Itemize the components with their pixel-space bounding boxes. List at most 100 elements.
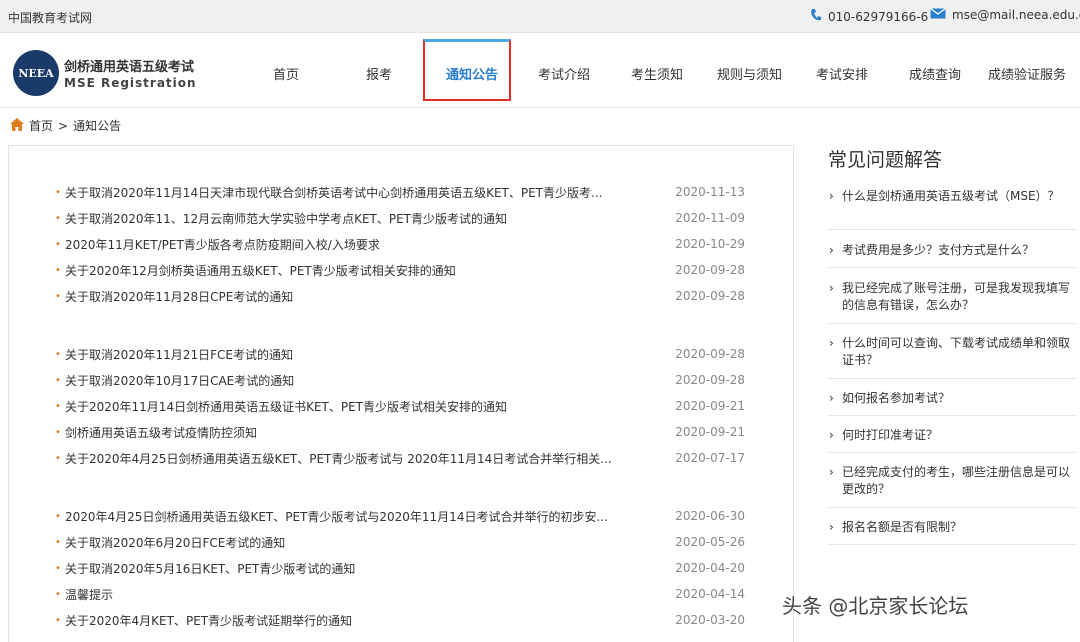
notice-row[interactable]: • 关于取消2020年11月14日天津市现代联合剑桥英语考试中心剑桥通用英语五级K… bbox=[55, 181, 745, 203]
notice-title[interactable]: 关于2020年4月KET、PET青少版考试延期举行的通知 bbox=[65, 612, 645, 629]
top-utility-bar: 中国教育考试网 010-62979166-6 mse@mail.neea.edu… bbox=[0, 0, 1080, 33]
breadcrumb-current: 通知公告 bbox=[73, 119, 122, 133]
bullet-icon: • bbox=[55, 264, 61, 276]
notice-date: 2020-09-28 bbox=[675, 373, 745, 387]
notice-title[interactable]: 关于取消2020年11月28日CPE考试的通知 bbox=[65, 288, 645, 305]
notice-title[interactable]: 2020年11月KET/PET青少版各考点防疫期间入校/入场要求 bbox=[65, 236, 645, 253]
notice-title[interactable]: 关于2020年4月25日剑桥通用英语五级KET、PET青少版考试与 2020年1… bbox=[65, 450, 645, 467]
notice-title[interactable]: 剑桥通用英语五级考试疫情防控须知 bbox=[65, 424, 645, 441]
notice-title[interactable]: 温馨提示 bbox=[65, 586, 645, 603]
notice-date: 2020-09-21 bbox=[675, 425, 745, 439]
notice-date: 2020-09-28 bbox=[675, 289, 745, 303]
chevron-right-icon: › bbox=[829, 243, 834, 257]
notice-title[interactable]: 关于取消2020年11月21日FCE考试的通知 bbox=[65, 346, 645, 363]
chevron-right-icon: › bbox=[829, 189, 834, 203]
nav-exam-intro[interactable]: 考试介绍 bbox=[538, 64, 590, 83]
bullet-icon: • bbox=[55, 186, 61, 198]
logo-text: NEEA bbox=[18, 66, 54, 80]
faq-item[interactable]: › 考试费用是多少？支付方式是什么？ bbox=[828, 242, 1076, 268]
home-icon[interactable] bbox=[10, 117, 24, 134]
breadcrumb-separator: > bbox=[58, 118, 69, 133]
nav-exam-schedule[interactable]: 考试安排 bbox=[816, 64, 868, 83]
notice-row[interactable]: • 关于取消2020年10月17日CAE考试的通知 2020-09-28 bbox=[55, 369, 745, 391]
breadcrumb-home[interactable]: 首页 bbox=[29, 117, 53, 134]
faq-item[interactable]: › 何时打印准考证？ bbox=[828, 427, 1076, 453]
faq-title: 常见问题解答 bbox=[828, 149, 943, 171]
notice-title[interactable]: 关于取消2020年10月17日CAE考试的通知 bbox=[65, 372, 645, 389]
notice-row[interactable]: • 温馨提示 2020-04-14 bbox=[55, 583, 745, 605]
bullet-icon: • bbox=[55, 426, 61, 438]
bullet-icon: • bbox=[55, 348, 61, 360]
notice-row[interactable]: • 剑桥通用英语五级考试疫情防控须知 2020-09-21 bbox=[55, 421, 745, 443]
notice-date: 2020-04-14 bbox=[675, 587, 745, 601]
notice-date: 2020-11-09 bbox=[675, 211, 745, 225]
notice-row[interactable]: • 关于取消2020年11、12月云南师范大学实验中学考点KET、PET青少版考试… bbox=[55, 207, 745, 229]
notice-row[interactable]: • 关于取消2020年11月28日CPE考试的通知 2020-09-28 bbox=[55, 285, 745, 307]
faq-question[interactable]: 如何报名参加考试？ bbox=[842, 391, 950, 405]
faq-question[interactable]: 我已经完成了账号注册，可是我发现我填写的信息有错误，怎么办？ bbox=[842, 281, 1070, 312]
chevron-right-icon: › bbox=[829, 428, 834, 442]
faq-question[interactable]: 考试费用是多少？支付方式是什么？ bbox=[842, 243, 1034, 257]
faq-item[interactable]: › 如何报名参加考试？ bbox=[828, 390, 1076, 416]
chevron-right-icon: › bbox=[829, 336, 834, 350]
faq-item[interactable]: › 什么是剑桥通用英语五级考试（MSE）？ bbox=[828, 188, 1076, 230]
phone-contact: 010-62979166-6 bbox=[810, 8, 928, 25]
notice-row[interactable]: • 关于取消2020年5月16日KET、PET青少版考试的通知 2020-04-20 bbox=[55, 557, 745, 579]
notice-date: 2020-11-13 bbox=[675, 185, 745, 199]
notice-title[interactable]: 关于取消2020年11月14日天津市现代联合剑桥英语考试中心剑桥通用英语五级KE… bbox=[65, 184, 645, 201]
nav-score-verification[interactable]: 成绩验证服务 bbox=[988, 64, 1066, 83]
nav-candidate-notice[interactable]: 考生须知 bbox=[631, 64, 683, 83]
notice-row[interactable]: • 关于2020年11月14日剑桥通用英语五级证书KET、PET青少版考试相关安排… bbox=[55, 395, 745, 417]
bullet-icon: • bbox=[55, 536, 61, 548]
notice-row[interactable]: • 关于2020年4月KET、PET青少版考试延期举行的通知 2020-03-20 bbox=[55, 609, 745, 631]
bullet-icon: • bbox=[55, 588, 61, 600]
notice-list-panel: • 关于取消2020年11月14日天津市现代联合剑桥英语考试中心剑桥通用英语五级K… bbox=[8, 145, 794, 642]
notice-row[interactable]: • 关于取消2020年11月21日FCE考试的通知 2020-09-28 bbox=[55, 343, 745, 365]
faq-item[interactable]: › 什么时间可以查询、下载考试成绩单和领取证书？ bbox=[828, 335, 1076, 379]
bullet-icon: • bbox=[55, 400, 61, 412]
bullet-icon: • bbox=[55, 238, 61, 250]
nav-register[interactable]: 报考 bbox=[366, 64, 392, 83]
notice-row[interactable]: • 2020年11月KET/PET青少版各考点防疫期间入校/入场要求 2020-10… bbox=[55, 233, 745, 255]
faq-question[interactable]: 何时打印准考证？ bbox=[842, 428, 938, 442]
faq-question[interactable]: 报名名额是否有限制？ bbox=[842, 520, 962, 534]
notice-title[interactable]: 关于2020年11月14日剑桥通用英语五级证书KET、PET青少版考试相关安排的… bbox=[65, 398, 645, 415]
notice-row[interactable]: • 关于取消2020年6月20日FCE考试的通知 2020-05-26 bbox=[55, 531, 745, 553]
phone-icon bbox=[810, 8, 822, 25]
bullet-icon: • bbox=[55, 290, 61, 302]
nav-home[interactable]: 首页 bbox=[273, 64, 299, 83]
faq-item[interactable]: › 已经完成支付的考生，哪些注册信息是可以更改的？ bbox=[828, 464, 1076, 508]
notice-title[interactable]: 关于取消2020年11、12月云南师范大学实验中学考点KET、PET青少版考试的… bbox=[65, 210, 645, 227]
notice-title[interactable]: 2020年4月25日剑桥通用英语五级KET、PET青少版考试与2020年11月1… bbox=[65, 508, 645, 525]
faq-question[interactable]: 已经完成支付的考生，哪些注册信息是可以更改的？ bbox=[842, 465, 1070, 496]
email-address[interactable]: mse@mail.neea.edu.cn bbox=[952, 8, 1080, 22]
notice-title[interactable]: 关于取消2020年5月16日KET、PET青少版考试的通知 bbox=[65, 560, 645, 577]
chevron-right-icon: › bbox=[829, 465, 834, 479]
site-name-link[interactable]: 中国教育考试网 bbox=[8, 9, 92, 26]
envelope-icon bbox=[930, 8, 946, 22]
faq-item[interactable]: › 报名名额是否有限制？ bbox=[828, 519, 1076, 545]
bullet-icon: • bbox=[55, 614, 61, 626]
notice-date: 2020-06-30 bbox=[675, 509, 745, 523]
nav-score-query[interactable]: 成绩查询 bbox=[909, 64, 961, 83]
faq-question[interactable]: 什么时间可以查询、下载考试成绩单和领取证书？ bbox=[842, 336, 1070, 367]
notice-row[interactable]: • 2020年4月25日剑桥通用英语五级KET、PET青少版考试与2020年11月… bbox=[55, 505, 745, 527]
nav-announcements[interactable]: 通知公告 bbox=[446, 64, 498, 83]
nav-rules[interactable]: 规则与须知 bbox=[717, 64, 782, 83]
bullet-icon: • bbox=[55, 510, 61, 522]
chevron-right-icon: › bbox=[829, 391, 834, 405]
brand-title-en: MSE Registration bbox=[64, 76, 197, 90]
phone-number: 010-62979166-6 bbox=[828, 9, 929, 24]
email-contact: mse@mail.neea.edu.cn bbox=[930, 8, 1080, 22]
notice-row[interactable]: • 关于2020年4月25日剑桥通用英语五级KET、PET青少版考试与 2020年… bbox=[55, 447, 745, 469]
neea-logo[interactable]: NEEA bbox=[13, 50, 59, 96]
notice-date: 2020-03-20 bbox=[675, 613, 745, 627]
brand-title-cn: 剑桥通用英语五级考试 bbox=[64, 60, 195, 75]
notice-date: 2020-04-20 bbox=[675, 561, 745, 575]
notice-date: 2020-09-28 bbox=[675, 347, 745, 361]
notice-row[interactable]: • 关于2020年12月剑桥英语通用五级KET、PET青少版考试相关安排的通知 20… bbox=[55, 259, 745, 281]
faq-item[interactable]: › 我已经完成了账号注册，可是我发现我填写的信息有错误，怎么办？ bbox=[828, 280, 1076, 324]
notice-title[interactable]: 关于2020年12月剑桥英语通用五级KET、PET青少版考试相关安排的通知 bbox=[65, 262, 645, 279]
faq-question[interactable]: 什么是剑桥通用英语五级考试（MSE）？ bbox=[842, 189, 1060, 203]
notice-title[interactable]: 关于取消2020年6月20日FCE考试的通知 bbox=[65, 534, 645, 551]
